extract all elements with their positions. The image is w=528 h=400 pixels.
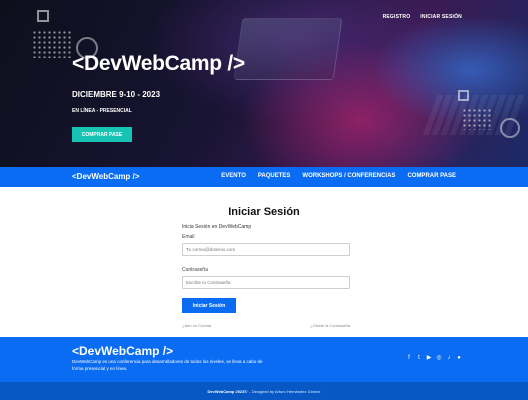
twitter-icon[interactable]: t bbox=[416, 355, 422, 361]
buy-pass-button[interactable]: COMPRAR PASE bbox=[72, 127, 132, 142]
hero-deco-square-top-left bbox=[37, 10, 49, 22]
main-navbar: <DevWebCamp /> EVENTO PAQUETES WORKSHOPS… bbox=[0, 167, 528, 187]
facebook-icon[interactable]: f bbox=[406, 355, 412, 361]
hero-deco-circle-right bbox=[500, 118, 520, 138]
login-submit-button[interactable]: Iniciar Sesión bbox=[182, 298, 236, 313]
nav-link-paquetes[interactable]: PAQUETES bbox=[258, 173, 291, 179]
hero-top-links: REGISTRO INICIAR SESIÓN bbox=[383, 14, 462, 20]
page-title: Iniciar Sesión bbox=[228, 206, 300, 218]
email-label: Email bbox=[182, 234, 195, 240]
hero-section: REGISTRO INICIAR SESIÓN <DevWebCamp /> D… bbox=[0, 0, 528, 167]
event-mode: EN LÍNEA - PRESENCIAL bbox=[72, 108, 132, 114]
login-link[interactable]: INICIAR SESIÓN bbox=[420, 14, 462, 20]
footer-logo: <DevWebCamp /> bbox=[72, 344, 174, 358]
create-account-link[interactable]: ¿Aún no Cuenta bbox=[182, 323, 211, 328]
instagram-icon[interactable]: ◎ bbox=[436, 355, 442, 361]
email-field[interactable] bbox=[182, 243, 350, 256]
hero-logo: <DevWebCamp /> bbox=[72, 52, 245, 75]
hero-laptop-screen-image bbox=[233, 18, 343, 80]
youtube-icon[interactable]: ▶ bbox=[426, 355, 432, 361]
social-links: f t ▶ ◎ ♪ ● bbox=[406, 355, 462, 361]
footer: <DevWebCamp /> DevWebCamp es una confere… bbox=[0, 337, 528, 382]
hero-deco-dots-left bbox=[32, 30, 72, 58]
login-form-links: ¿Aún no Cuenta ¿Olvidé la Contraseña bbox=[182, 323, 350, 328]
nav-link-comprar-pase[interactable]: COMPRAR PASE bbox=[407, 173, 456, 179]
nav-link-workshops[interactable]: WORKSHOPS / CONFERENCIAS bbox=[302, 173, 395, 179]
hero-deco-square-right bbox=[458, 90, 469, 101]
login-form: Inicia Sesión en DevWebCamp Email Contra… bbox=[182, 224, 350, 328]
register-link[interactable]: REGISTRO bbox=[383, 14, 411, 20]
tiktok-icon[interactable]: ♪ bbox=[446, 355, 452, 361]
navbar-links: EVENTO PAQUETES WORKSHOPS / CONFERENCIAS… bbox=[221, 173, 456, 179]
event-date: DICIEMBRE 9-10 - 2023 bbox=[72, 90, 161, 99]
forgot-password-link[interactable]: ¿Olvidé la Contraseña bbox=[310, 323, 350, 328]
github-icon[interactable]: ● bbox=[456, 355, 462, 361]
copyright-brand: DevWebCamp 2023© bbox=[207, 388, 248, 394]
login-intro-text: Inicia Sesión en DevWebCamp bbox=[182, 224, 252, 230]
copyright-credit: - Designed by Arturo Hernández Gómez bbox=[249, 388, 321, 394]
footer-description: DevWebCamp es una conferencia para desar… bbox=[72, 359, 263, 371]
navbar-logo[interactable]: <DevWebCamp /> bbox=[72, 172, 139, 181]
password-label: Contraseña bbox=[182, 267, 208, 273]
password-field[interactable] bbox=[182, 276, 350, 289]
hero-deco-dots-right bbox=[462, 108, 492, 130]
nav-link-evento[interactable]: EVENTO bbox=[221, 173, 246, 179]
copyright-bar: DevWebCamp 2023© - Designed by Arturo He… bbox=[0, 382, 528, 400]
